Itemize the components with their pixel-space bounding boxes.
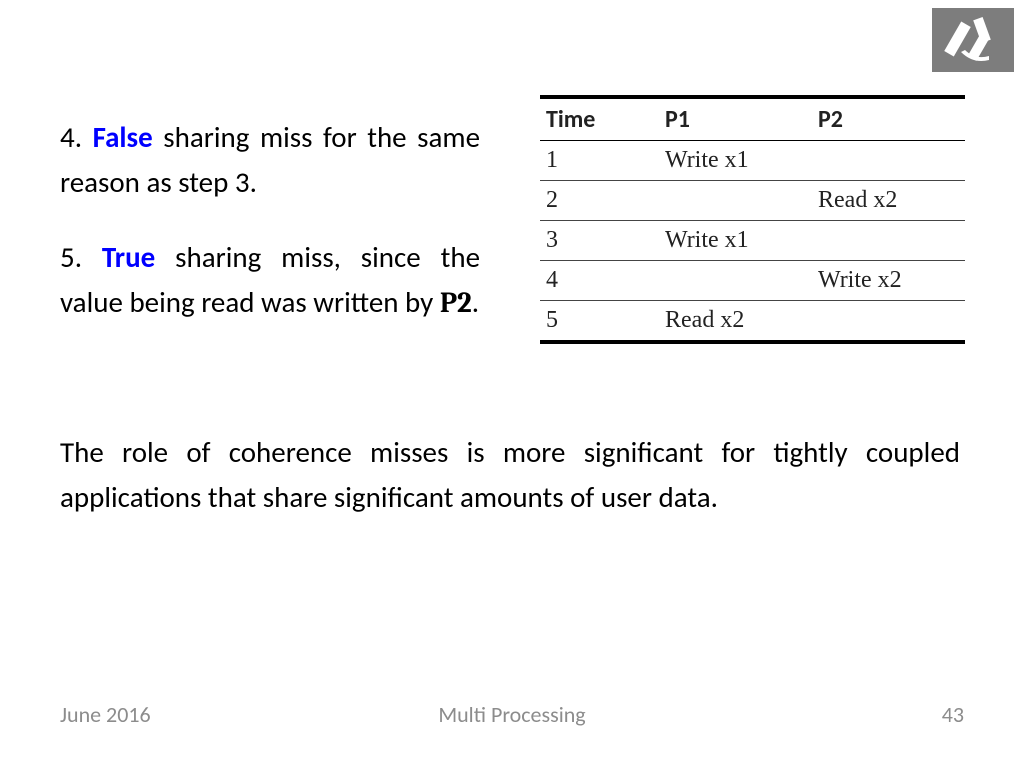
table-header-row: Time P1 P2 — [540, 99, 965, 141]
cell-time: 5 — [540, 301, 659, 341]
bullet-list: 4. False sharing miss for the same reaso… — [60, 115, 480, 327]
cell-p1: Write x1 — [659, 221, 812, 261]
point-4: 4. False sharing miss for the same reaso… — [60, 115, 480, 205]
cell-p1: Read x2 — [659, 301, 812, 341]
cell-time: 3 — [540, 221, 659, 261]
point-5-processor: P2 — [440, 287, 472, 320]
slide-footer: June 2016 Multi Processing 43 — [60, 701, 964, 728]
point-5-number: 5. — [60, 239, 102, 275]
table-row: 4 Write x2 — [540, 261, 965, 301]
cell-p1 — [659, 181, 812, 221]
point-5-keyword: True — [102, 239, 155, 275]
footer-title: Multi Processing — [60, 701, 964, 728]
header-p1: P1 — [659, 99, 812, 141]
cell-time: 1 — [540, 141, 659, 181]
timeline-table: Time P1 P2 1 Write x1 2 Read x2 3 — [540, 95, 965, 344]
cell-time: 2 — [540, 181, 659, 221]
summary-paragraph: The role of coherence misses is more sig… — [60, 430, 960, 520]
header-time: Time — [540, 99, 659, 141]
cell-p2: Read x2 — [812, 181, 965, 221]
footer-date: June 2016 — [60, 701, 151, 728]
header-p2: P2 — [812, 99, 965, 141]
point-4-keyword: False — [93, 119, 153, 155]
slide: 4. False sharing miss for the same reaso… — [0, 0, 1024, 768]
footer-page: 43 — [942, 701, 964, 728]
cell-p2 — [812, 221, 965, 261]
table-row: 5 Read x2 — [540, 301, 965, 341]
point-5: 5. True sharing miss, since the value be… — [60, 235, 480, 327]
cell-p1 — [659, 261, 812, 301]
cell-p2: Write x2 — [812, 261, 965, 301]
point-5-end: . — [472, 284, 479, 320]
aleph-logo — [932, 8, 1014, 72]
cell-p2 — [812, 141, 965, 181]
table-row: 1 Write x1 — [540, 141, 965, 181]
point-4-number: 4. — [60, 119, 93, 155]
table-row: 3 Write x1 — [540, 221, 965, 261]
cell-p2 — [812, 301, 965, 341]
cell-time: 4 — [540, 261, 659, 301]
cell-p1: Write x1 — [659, 141, 812, 181]
table-row: 2 Read x2 — [540, 181, 965, 221]
